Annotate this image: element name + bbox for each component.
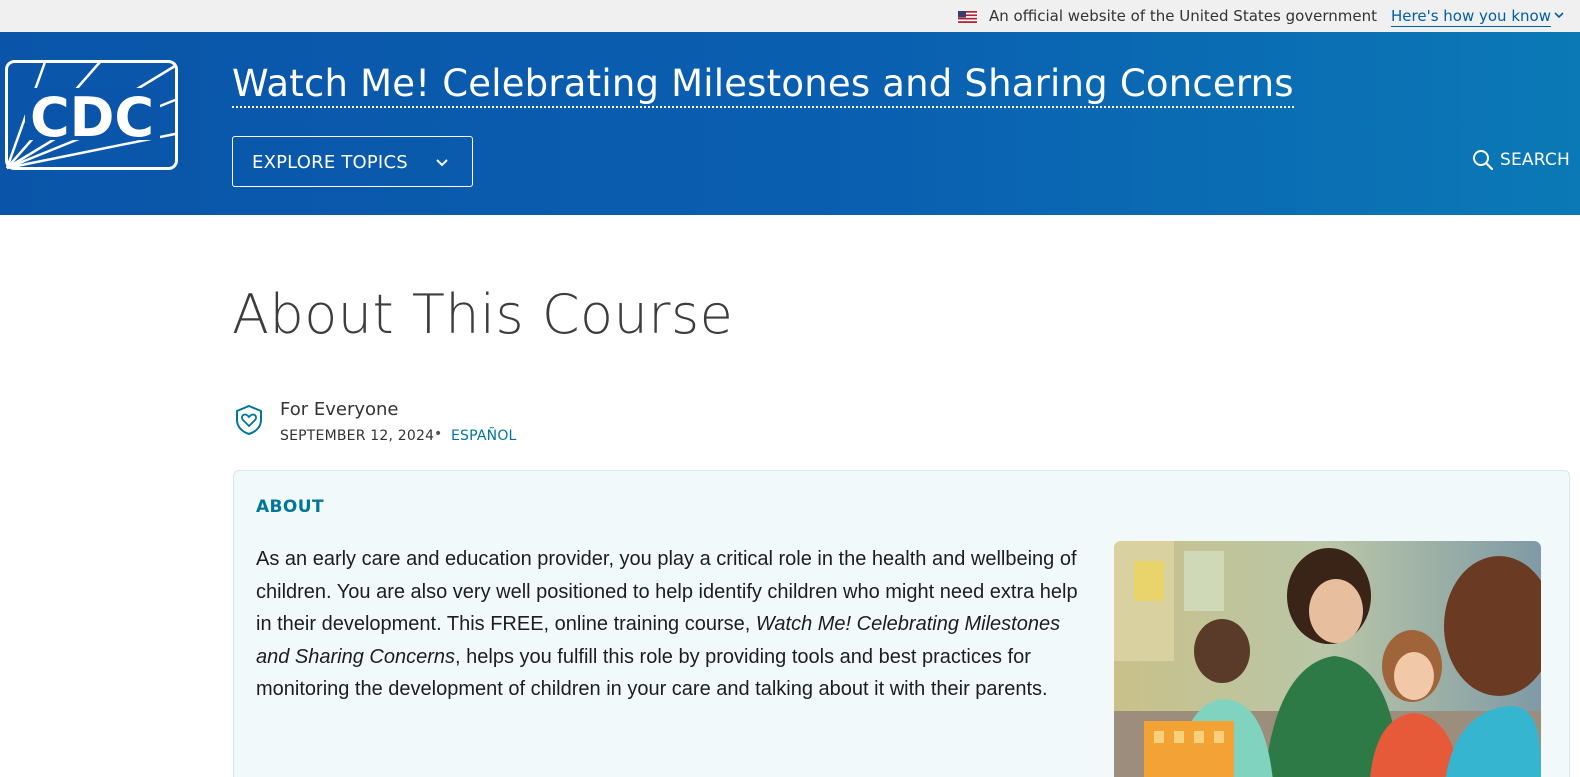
about-paragraph: As an early care and education provider,…	[256, 543, 1096, 706]
explore-topics-label: EXPLORE TOPICS	[252, 152, 408, 173]
meta-separator: •	[434, 426, 443, 442]
us-flag-icon	[958, 11, 977, 23]
about-section: ABOUT As an early care and education pro…	[233, 470, 1570, 777]
gov-banner: An official website of the United States…	[0, 0, 1580, 32]
cdc-logo-text: CDC	[30, 86, 154, 149]
official-site-text: An official website of the United States…	[989, 7, 1378, 25]
classroom-photo	[1114, 541, 1541, 777]
search-icon	[1473, 150, 1494, 171]
how-you-know-link[interactable]: Here's how you know	[1391, 7, 1551, 27]
site-header: CDC Watch Me! Celebrating Milestones and…	[0, 32, 1580, 215]
search-label: SEARCH	[1500, 150, 1570, 170]
page-title: About This Course	[232, 283, 734, 346]
chevron-down-icon	[436, 159, 448, 167]
audience-label: For Everyone	[280, 399, 399, 420]
chevron-down-icon[interactable]	[1552, 8, 1566, 22]
about-heading: ABOUT	[256, 497, 324, 517]
explore-topics-button[interactable]: EXPLORE TOPICS	[232, 136, 473, 187]
shield-heart-icon	[236, 404, 262, 436]
publish-date: SEPTEMBER 12, 2024	[280, 428, 435, 444]
site-title[interactable]: Watch Me! Celebrating Milestones and Sha…	[232, 62, 1294, 108]
cdc-logo[interactable]: CDC	[5, 60, 178, 172]
espanol-link[interactable]: ESPAÑOL	[451, 428, 517, 444]
